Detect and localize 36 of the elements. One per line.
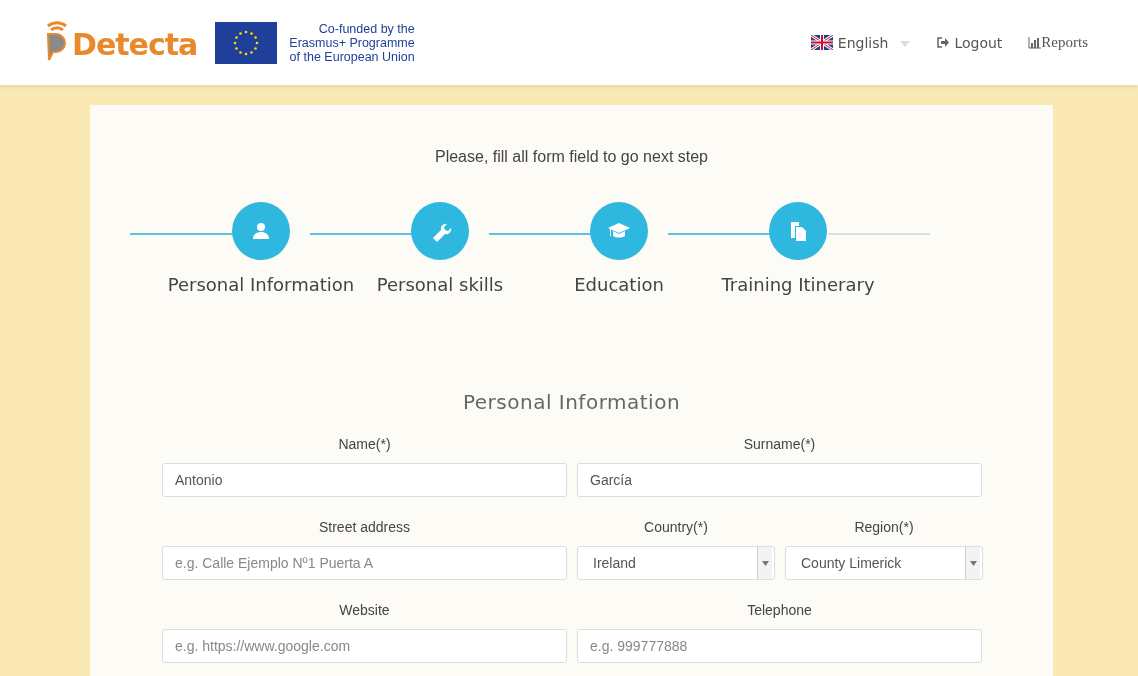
logout-icon xyxy=(937,37,950,48)
instruction-text: Please, fill all form field to go next step xyxy=(434,148,709,166)
field-label: Surname(*) xyxy=(742,436,817,454)
field-label: Country(*) xyxy=(643,519,709,537)
language-selector[interactable]: English xyxy=(810,34,912,51)
step-label: Personal skills xyxy=(376,274,504,295)
input-field[interactable]: e.g. 999777888 xyxy=(577,629,982,663)
step-button[interactable] xyxy=(232,202,290,260)
step-label: Training Itinerary xyxy=(721,274,875,295)
field-label: Street address xyxy=(317,519,412,537)
bar-chart-icon xyxy=(1028,36,1042,49)
step-button[interactable] xyxy=(590,202,648,260)
caret-icon xyxy=(761,560,769,566)
eu-funding-text: Co-funded by the Erasmus+ Programme of the European Union xyxy=(289,21,415,64)
step-button[interactable] xyxy=(411,202,469,260)
input-field[interactable]: e.g. https://www.google.com xyxy=(162,629,567,663)
field-label: Name(*) xyxy=(337,436,392,454)
input-field[interactable]: Antonio xyxy=(162,463,567,497)
reports-link[interactable]: Reports xyxy=(1028,34,1088,51)
step-label: Personal Information xyxy=(167,274,355,295)
caret-icon xyxy=(899,39,912,48)
select-field[interactable]: County Limerick xyxy=(785,546,983,580)
step-button[interactable] xyxy=(769,202,827,260)
logout-link[interactable]: Logout xyxy=(937,34,1003,51)
section-title: Personal Information xyxy=(461,390,682,414)
input-field[interactable]: e.g. Calle Ejemplo Nº1 Puerta A xyxy=(162,546,567,580)
step-label: Education xyxy=(574,274,664,295)
uk-flag-icon xyxy=(810,35,833,50)
eu-flag-icon xyxy=(215,21,278,64)
input-field[interactable]: García xyxy=(577,463,982,497)
caret-icon xyxy=(969,560,977,566)
detecta-logo: Detecta xyxy=(44,17,198,62)
field-label: Website xyxy=(338,602,391,620)
field-label: Telephone xyxy=(746,602,813,620)
field-label: Region(*) xyxy=(853,519,915,537)
select-field[interactable]: Ireland xyxy=(577,546,775,580)
